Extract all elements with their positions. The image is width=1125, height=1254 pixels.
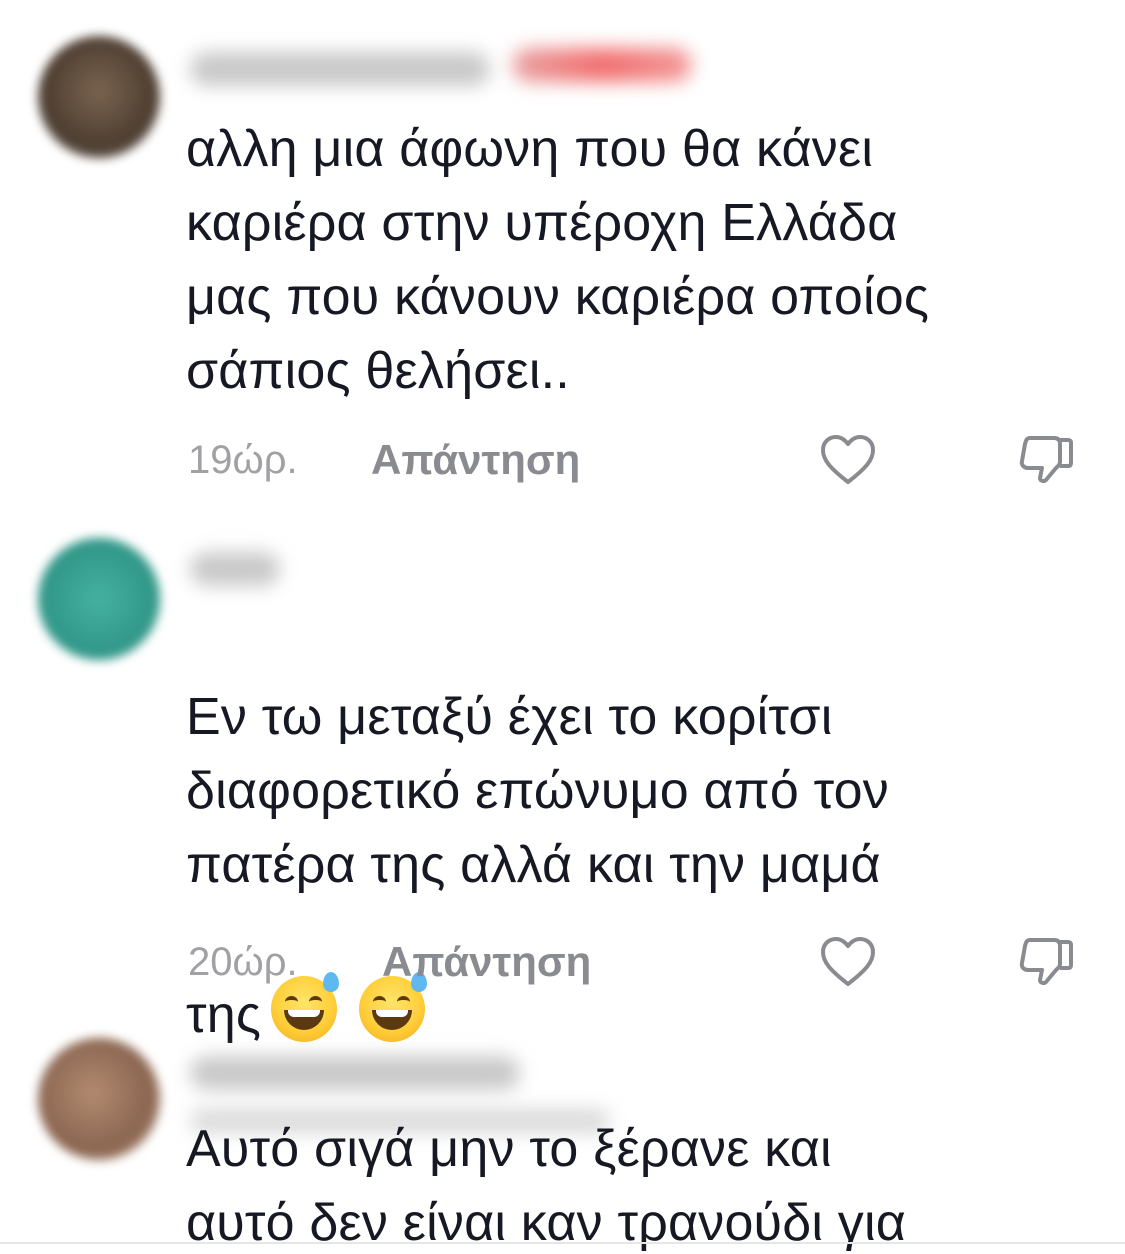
avatar[interactable]	[38, 36, 160, 158]
comment-actions: 19ώρ. Απάντηση	[188, 432, 1088, 488]
bottom-divider	[0, 1242, 1125, 1244]
comment-actions: 20ώρ. Απάντηση	[188, 934, 1088, 990]
username-blurred[interactable]	[190, 52, 490, 86]
dislike-button[interactable]	[1016, 934, 1076, 990]
comment-text-last-line: της	[186, 986, 262, 1044]
dislike-button[interactable]	[1016, 432, 1076, 488]
reply-button[interactable]: Απάντηση	[382, 934, 591, 990]
like-button[interactable]	[818, 432, 878, 488]
username-blurred[interactable]	[190, 552, 280, 586]
comment-time: 20ώρ.	[188, 940, 298, 984]
avatar[interactable]	[38, 538, 160, 660]
heart-outline-icon	[821, 937, 875, 986]
comments-screen: αλλη μια άφωνη που θα κάνει καριέρα στην…	[0, 0, 1125, 1254]
comment-time: 19ώρ.	[188, 438, 298, 482]
thumbs-down-outline-icon	[1019, 938, 1073, 986]
heart-outline-icon	[821, 435, 875, 484]
comment-text: Αυτό σιγά μην το ξέρανε και αυτό δεν είν…	[186, 1120, 906, 1252]
username-emoji-blurred	[512, 48, 692, 82]
comment-text: αλλη μια άφωνη που θα κάνει καριέρα στην…	[186, 120, 930, 400]
like-button[interactable]	[818, 934, 878, 990]
comment-text: Εν τω μεταξύ έχει το κορίτσι διαφορετικό…	[186, 688, 889, 894]
username-blurred[interactable]	[190, 1056, 520, 1090]
thumbs-down-outline-icon	[1019, 436, 1073, 484]
avatar[interactable]	[38, 1038, 160, 1160]
reply-button[interactable]: Απάντηση	[371, 432, 580, 488]
